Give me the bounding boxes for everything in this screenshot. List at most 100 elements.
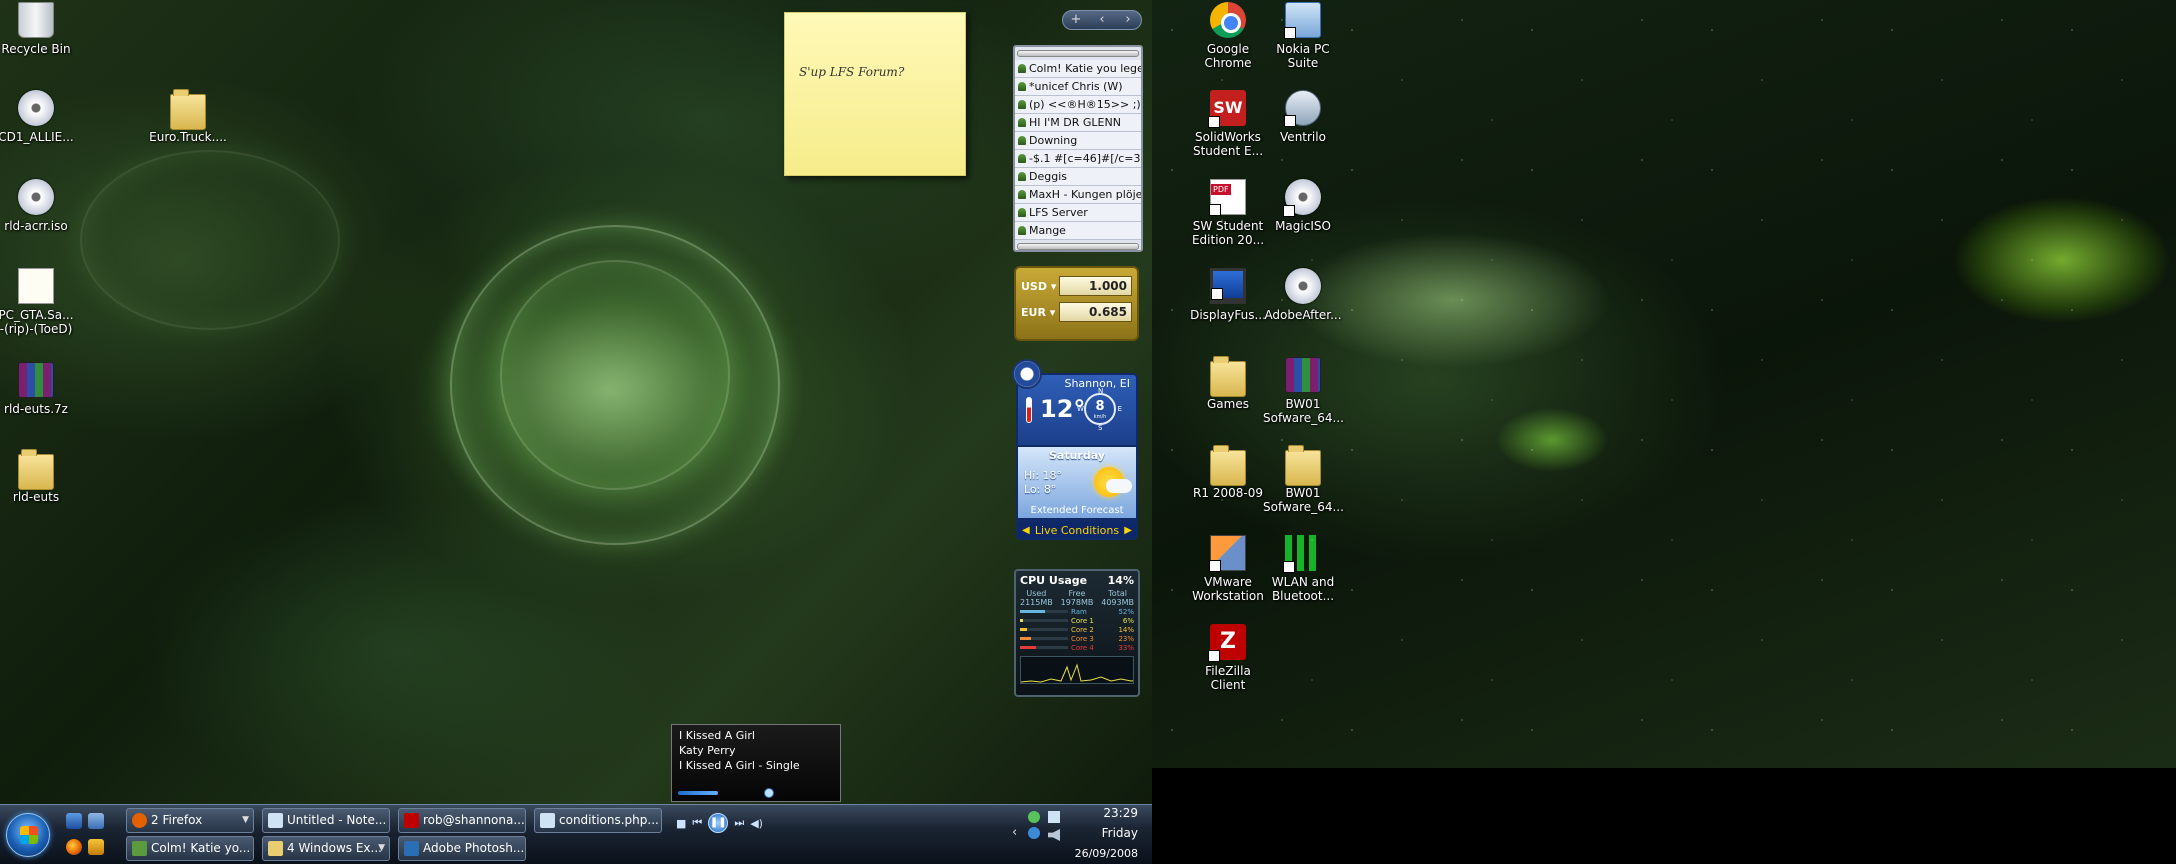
- stat-head: Used: [1026, 589, 1047, 598]
- network-tray-icon[interactable]: [1028, 827, 1040, 839]
- taskbar-button-label: 2 Firefox: [151, 813, 203, 827]
- desktop-icon-pc-gta[interactable]: PC_GTA.Sa... -(rip)-(ToeD): [0, 268, 76, 336]
- disc-image-icon: [18, 179, 54, 215]
- forecast-high: Hi: 18°: [1024, 469, 1063, 482]
- desktop-icon-rld-euts[interactable]: rld-euts: [0, 449, 76, 504]
- show-desktop-icon[interactable]: [66, 813, 82, 829]
- wind-speed: 8: [1095, 399, 1105, 414]
- desktop-left[interactable]: Recycle Bin CD1_ALLIE... Euro.Truck.... …: [0, 0, 1152, 864]
- taskbar-button-chat-window[interactable]: Colm! Katie yo...: [126, 836, 254, 861]
- desktop-icon-magiciso[interactable]: MagicISO: [1263, 179, 1343, 233]
- clock-time[interactable]: 23:29: [1103, 806, 1138, 820]
- photoshop-icon: [404, 841, 419, 856]
- currency-select-eur[interactable]: EUR ▾: [1021, 306, 1059, 319]
- track-progress-bar[interactable]: [678, 791, 718, 795]
- stop-button[interactable]: ■: [676, 817, 686, 830]
- previous-gadgets-button[interactable]: ‹: [1089, 11, 1115, 29]
- list-item[interactable]: MaxH - Kungen plöjer, k: [1015, 186, 1141, 204]
- list-item[interactable]: *unicef Chris (W): [1015, 78, 1141, 96]
- scroll-up-button[interactable]: [1017, 50, 1139, 57]
- taskbar-button-conditions-php[interactable]: conditions.php...: [534, 808, 662, 833]
- firefox-icon: [132, 813, 147, 828]
- volume-tray-icon[interactable]: [1048, 829, 1060, 841]
- desktop-icon-r1-2008-09[interactable]: R1 2008-09: [1188, 445, 1268, 500]
- messenger-tray-icon[interactable]: [1028, 811, 1040, 823]
- list-item[interactable]: LFS Server: [1015, 204, 1141, 222]
- previous-track-button[interactable]: ⏮: [692, 816, 702, 830]
- list-item[interactable]: HI I'M DR GLENN: [1015, 114, 1141, 132]
- taskbar-button-photoshop[interactable]: Adobe Photosh...: [398, 836, 526, 861]
- currency-input-usd[interactable]: 1.000: [1059, 276, 1132, 296]
- desktop-icon-filezilla[interactable]: Z FileZilla Client: [1188, 624, 1268, 692]
- desktop-icon-sw-student-edition[interactable]: SW Student Edition 20...: [1188, 179, 1268, 247]
- list-item[interactable]: -$.1 #[c=46]#[/c=33][c=: [1015, 150, 1141, 168]
- clock-day[interactable]: Friday: [1102, 826, 1138, 840]
- desktop-icon-bw01-folder[interactable]: BW01 Sofware_64...: [1263, 445, 1344, 514]
- list-item[interactable]: Mange: [1015, 222, 1141, 240]
- desktop-icon-games[interactable]: Games: [1188, 356, 1268, 411]
- forecast-low: Lo: 8°: [1024, 483, 1057, 496]
- stat-head: Total: [1108, 589, 1127, 598]
- start-button[interactable]: [6, 813, 50, 857]
- magiciso-icon: [1283, 179, 1321, 217]
- taskbar-button-filezilla[interactable]: rob@shannona...: [398, 808, 526, 833]
- weather-nav-label[interactable]: Live Conditions: [1035, 524, 1119, 537]
- taskbar-button-windows-explorer[interactable]: 4 Windows Ex... ▼: [262, 836, 390, 861]
- desktop-icon-wlan-bluetooth[interactable]: WLAN and Bluetoot...: [1263, 535, 1343, 603]
- display-tray-icon[interactable]: [1048, 811, 1060, 823]
- list-item[interactable]: Colm! Katie you legend..: [1015, 60, 1141, 78]
- folder-icon: [1285, 445, 1321, 486]
- sticky-note-text[interactable]: S'up LFS Forum?: [799, 65, 904, 79]
- currency-input-eur[interactable]: 0.685: [1059, 302, 1132, 322]
- cloud-icon: [1106, 479, 1132, 493]
- desktop-icon-nokia-pc-suite[interactable]: Nokia PC Suite: [1263, 2, 1343, 70]
- sticky-note-gadget[interactable]: S'up LFS Forum?: [784, 12, 969, 179]
- desktop-icon-rld-euts-7z[interactable]: rld-euts.7z: [0, 362, 76, 416]
- switch-windows-icon[interactable]: [88, 813, 104, 829]
- media-player-icon[interactable]: [88, 839, 104, 855]
- desktop-icon-solidworks[interactable]: SW SolidWorks Student E...: [1188, 90, 1268, 158]
- desktop-icon-cd1-allie[interactable]: CD1_ALLIE...: [0, 90, 76, 144]
- taskbar-button-notepad[interactable]: Untitled - Note...: [262, 808, 390, 833]
- next-gadgets-button[interactable]: ›: [1115, 11, 1141, 29]
- desktop-icon-rld-acrr[interactable]: rld-acrr.iso: [0, 179, 76, 233]
- cpu-meter-percent: 23%: [1118, 634, 1134, 643]
- desktop-icon-euro-truck[interactable]: Euro.Truck....: [148, 89, 228, 144]
- wallpaper-swirl: [80, 150, 340, 330]
- desktop-right[interactable]: Google Chrome Nokia PC Suite SW SolidWor…: [1152, 0, 2176, 768]
- clock-date[interactable]: 26/09/2008: [1075, 847, 1138, 860]
- weather-prev-button[interactable]: ◀: [1022, 525, 1030, 536]
- list-item[interactable]: (p) <<®H®15>> ;): [1015, 96, 1141, 114]
- desktop-icon-displayfusion[interactable]: DisplayFus...: [1188, 268, 1268, 322]
- track-album: I Kissed A Girl - Single: [679, 759, 800, 772]
- next-track-button[interactable]: ⏭: [734, 816, 744, 830]
- currency-select-usd[interactable]: USD ▾: [1021, 280, 1059, 293]
- desktop-icon-recycle-bin[interactable]: Recycle Bin: [0, 2, 76, 56]
- desktop-icon-adobe-after-effects[interactable]: AdobeAfter...: [1263, 268, 1343, 322]
- cpu-meter-percent: 14%: [1118, 625, 1134, 634]
- desktop-icon-google-chrome[interactable]: Google Chrome: [1188, 2, 1268, 70]
- pause-button[interactable]: ❚❚: [708, 813, 729, 833]
- filezilla-icon: [404, 813, 419, 828]
- volume-button[interactable]: ◀): [750, 817, 763, 830]
- tray-expand-button[interactable]: ‹: [1012, 825, 1017, 840]
- firefox-icon[interactable]: [66, 839, 82, 855]
- compass-east: E: [1117, 405, 1122, 413]
- cpu-meter-name: Ram: [1071, 607, 1087, 616]
- extended-forecast-link[interactable]: Extended Forecast: [1018, 505, 1136, 516]
- now-playing-popup: I Kissed A Girl Katy Perry I Kissed A Gi…: [671, 724, 841, 802]
- cpu-total-percent: 14%: [1107, 574, 1134, 587]
- desktop-icon-ventrilo[interactable]: Ventrilo: [1263, 90, 1343, 144]
- taskbar: 2 Firefox ▼ Untitled - Note... rob@shann…: [0, 804, 1152, 864]
- scroll-down-button[interactable]: [1017, 243, 1139, 250]
- list-item[interactable]: Deggis: [1015, 168, 1141, 186]
- taskbar-button-firefox[interactable]: 2 Firefox ▼: [126, 808, 254, 833]
- memory-total: Total 4093MB: [1101, 589, 1134, 607]
- track-progress-handle[interactable]: [764, 788, 774, 798]
- list-item[interactable]: Downing: [1015, 132, 1141, 150]
- add-gadget-button[interactable]: +: [1063, 11, 1089, 29]
- desktop-icon-vmware[interactable]: VMware Workstation: [1188, 535, 1268, 603]
- weather-next-button[interactable]: ▶: [1124, 525, 1132, 536]
- desktop-icon-bw01-archive[interactable]: BW01 Sofware_64...: [1263, 357, 1344, 425]
- archive-icon: [18, 362, 54, 398]
